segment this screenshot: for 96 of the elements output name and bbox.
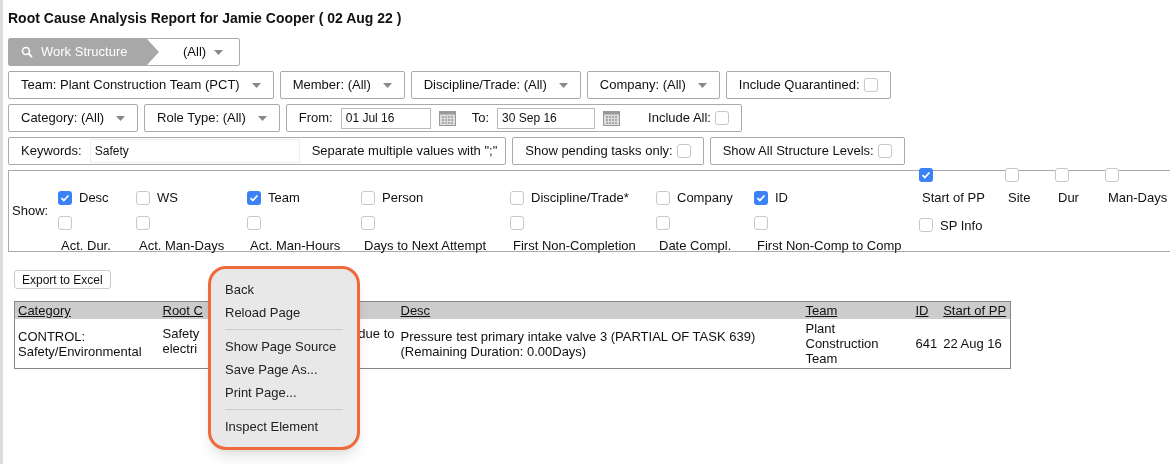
filter-dropdown[interactable]: Member: (All) [279, 71, 405, 99]
checkbox[interactable] [754, 215, 768, 230]
column-header-link[interactable]: Category [18, 303, 71, 318]
column-option-label: Start of PP [921, 189, 985, 207]
filter-dropdown[interactable]: Team: Plant Construction Team (PCT) [8, 71, 274, 99]
menu-item[interactable]: Back [225, 278, 343, 301]
from-label: From: [298, 109, 333, 128]
work-structure-dropdown[interactable]: (All) [159, 39, 224, 65]
column-option-label: Company [677, 189, 733, 207]
column-option-label: Team [268, 189, 300, 207]
column-option-label: First Non-Completion [512, 236, 636, 255]
column-option-label: Date Compl. [658, 236, 732, 255]
export-button[interactable]: Export to Excel [14, 270, 111, 289]
option-label: Show pending tasks only: [525, 142, 673, 161]
column-option-label: Site [1007, 189, 1031, 207]
column-option-label: Desc [79, 189, 109, 207]
menu-item[interactable]: Print Page... [225, 381, 343, 404]
column-option-label: Act. Man-Days [138, 236, 225, 255]
column-option-label: Dur [1057, 189, 1079, 207]
table-cell: 22 Aug 16 [943, 336, 1002, 351]
caret-icon [257, 115, 267, 121]
keywords-field[interactable]: Safety [89, 139, 300, 163]
checkmark-icon [249, 192, 259, 203]
from-date-field[interactable]: 01 Jul 16 [340, 107, 431, 129]
menu-item[interactable]: Show Page Source [225, 335, 343, 358]
caret-icon [214, 49, 224, 55]
menu-item[interactable]: Inspect Element [225, 415, 343, 438]
checkbox[interactable] [510, 215, 524, 230]
checkbox[interactable] [656, 215, 670, 230]
checkbox[interactable] [510, 190, 524, 205]
to-label: To: [471, 109, 490, 128]
keywords-label: Keywords: [21, 142, 82, 161]
filter-dropdown[interactable]: Discipline/Trade: (All) [410, 71, 581, 99]
column-option-label: Act. Man-Hours [249, 236, 341, 255]
checkbox[interactable] [1005, 168, 1019, 182]
table-cell-text: CONTROL: Safety/Environmental [18, 328, 143, 359]
caret-icon [116, 115, 126, 121]
checkbox[interactable] [919, 218, 933, 233]
calendar-icon[interactable] [438, 110, 456, 126]
show-label: Show: [12, 202, 50, 221]
table-cell-text: Pressure test primary intake valve 3 (PARTIAL OF TASK 639) (Remaining Duration: 0.00Days) [400, 328, 757, 359]
column-option-label: Discipline/Trade* [531, 189, 629, 207]
column-header-link[interactable]: Desc [400, 303, 431, 318]
menu-item[interactable]: Reload Page [225, 301, 343, 324]
column-header-link[interactable]: Root C [162, 303, 203, 318]
page-title: Root Cause Analysis Report for Jamie Cooper ( 02 Aug 22 ) [8, 9, 403, 28]
checkbox[interactable] [919, 168, 933, 182]
column-option-label: Person [382, 189, 424, 207]
checkbox[interactable] [1055, 168, 1069, 182]
column-header-link[interactable]: ID [915, 303, 929, 318]
caret-icon [558, 82, 568, 88]
option-label: Include Quarantined: [738, 76, 860, 95]
column-option-label: SP Info [940, 216, 983, 235]
keywords-hint: Separate multiple values with ";" [311, 142, 498, 161]
option-label: Show All Structure Levels: [722, 142, 874, 161]
checkbox[interactable] [676, 144, 691, 158]
checkbox[interactable] [754, 190, 768, 205]
checkbox[interactable] [714, 111, 729, 125]
caret-icon [697, 82, 707, 88]
column-option-label: Act. Dur. [60, 236, 111, 255]
column-option-label: WS [157, 189, 178, 207]
checkmark-icon [921, 170, 931, 180]
checkbox[interactable] [136, 215, 150, 230]
column-header-link[interactable]: Team [805, 303, 838, 318]
filter-dropdown[interactable]: Company: (All) [586, 71, 720, 99]
caret-icon [251, 82, 261, 88]
checkbox[interactable] [877, 144, 892, 158]
filter-dropdown[interactable]: Category: (All) [8, 104, 139, 132]
column-option-label: First Non-Comp to Comp [756, 236, 902, 255]
column-option-label: Days to Next Attempt [363, 236, 487, 255]
caret-icon [382, 82, 392, 88]
option-label: Include All: [648, 109, 711, 128]
checkmark-icon [60, 192, 70, 203]
menu-item[interactable]: Save Page As... [225, 358, 343, 381]
column-option-label: Man-Days [1107, 189, 1168, 207]
checkbox[interactable] [136, 190, 150, 205]
filter-dropdown[interactable]: Role Type: (All) [144, 104, 280, 132]
table-cell: 641 [915, 336, 938, 351]
column-option-label: ID [775, 189, 788, 207]
table-cell: electri [162, 341, 198, 356]
checkbox[interactable] [656, 190, 670, 205]
table-cell: Safety [162, 326, 200, 341]
checkmark-icon [756, 192, 766, 203]
checkbox[interactable] [58, 190, 72, 205]
table-cell-text: Plant Construction Team [805, 321, 880, 366]
checkbox[interactable] [1105, 168, 1119, 182]
checkbox[interactable] [58, 215, 72, 230]
to-date-field[interactable]: 30 Sep 16 [497, 107, 596, 129]
calendar-icon[interactable] [603, 110, 621, 126]
checkbox[interactable] [247, 190, 261, 205]
checkbox[interactable] [361, 190, 375, 205]
checkbox[interactable] [863, 78, 878, 92]
search-icon [21, 46, 33, 58]
checkbox[interactable] [247, 215, 261, 230]
column-header-link[interactable]: Start of PP [943, 303, 1007, 318]
checkbox[interactable] [361, 215, 375, 230]
